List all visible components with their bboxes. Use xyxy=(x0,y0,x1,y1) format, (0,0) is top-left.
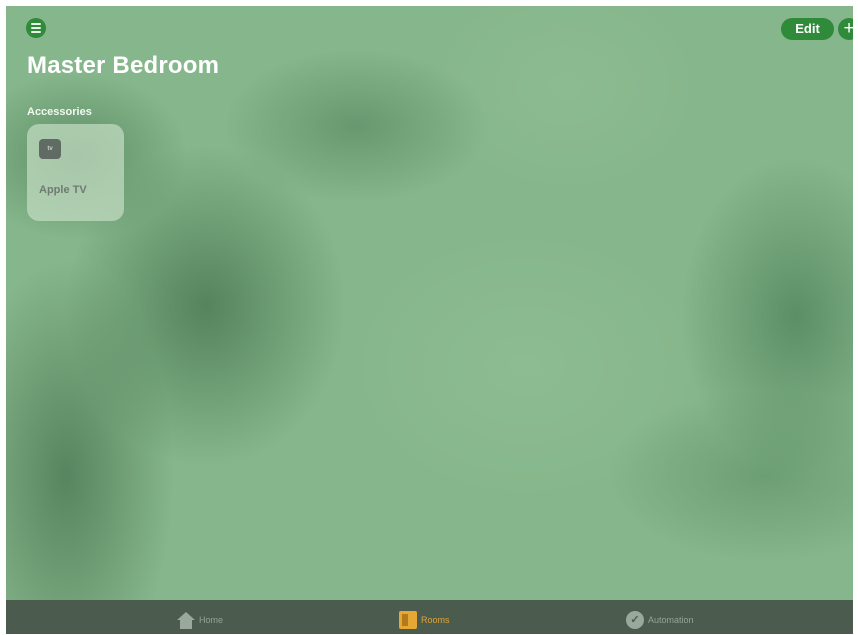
apple-tv-icon: tv xyxy=(39,139,61,159)
home-app-screen: Edit + Master Bedroom Accessories tv App… xyxy=(6,6,853,634)
tab-label: Home xyxy=(199,615,224,625)
automation-icon: ✓ xyxy=(626,611,644,629)
add-button[interactable]: + xyxy=(838,18,853,40)
accessory-name: Apple TV xyxy=(39,184,87,196)
tab-rooms[interactable]: Rooms xyxy=(399,610,450,630)
page-title: Master Bedroom xyxy=(27,52,220,79)
section-label-accessories: Accessories xyxy=(27,106,92,118)
tab-label: Automation xyxy=(648,615,694,625)
rooms-icon xyxy=(399,611,417,629)
tab-bar: Home Rooms ✓ Automation xyxy=(6,600,853,634)
list-line xyxy=(31,31,41,33)
house-icon xyxy=(177,611,195,629)
menu-list-icon[interactable] xyxy=(26,18,46,38)
tab-label: Rooms xyxy=(421,615,450,625)
list-line xyxy=(31,23,41,25)
tab-home[interactable]: Home xyxy=(177,610,223,630)
accessory-tile-apple-tv[interactable]: tv Apple TV xyxy=(27,124,124,221)
tab-automation[interactable]: ✓ Automation xyxy=(626,610,694,630)
edit-button[interactable]: Edit xyxy=(781,18,834,40)
list-line xyxy=(31,27,41,29)
